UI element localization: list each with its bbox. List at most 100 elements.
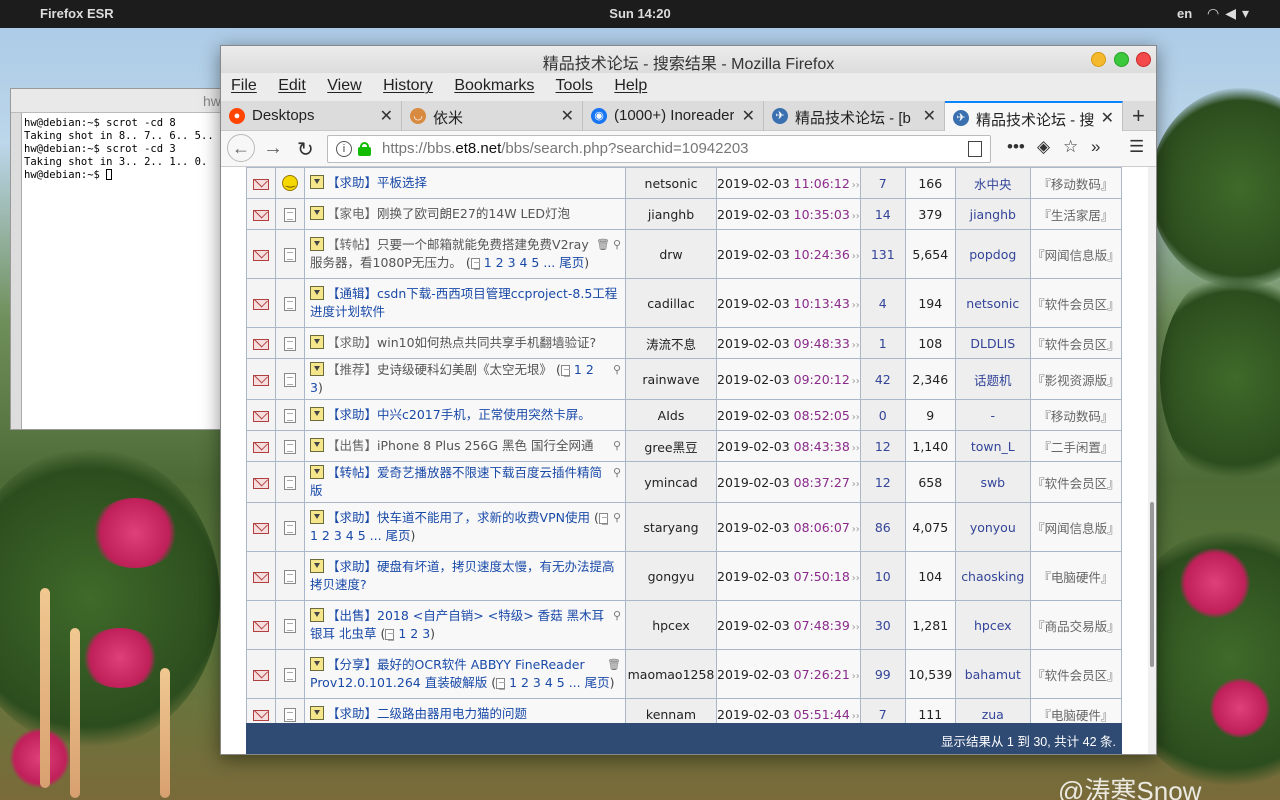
thread-author[interactable]: maomao1258 bbox=[628, 667, 715, 682]
scrollbar-thumb[interactable] bbox=[1150, 502, 1154, 667]
reply-count[interactable]: 131 bbox=[871, 247, 895, 262]
volume-icon[interactable]: ◀ bbox=[1225, 5, 1242, 21]
clock[interactable]: Sun 14:20 bbox=[0, 6, 1280, 21]
last-post-arrow-icon[interactable]: ›› bbox=[852, 412, 860, 423]
reply-count[interactable]: 14 bbox=[875, 207, 891, 222]
last-post-arrow-icon[interactable]: ›› bbox=[852, 443, 860, 454]
minimize-button[interactable] bbox=[1091, 52, 1106, 67]
apple-icon[interactable] bbox=[10, 3, 28, 23]
forum-name[interactable]: 『软件会员区』 bbox=[1032, 668, 1120, 683]
page-scrollbar[interactable] bbox=[1148, 167, 1156, 754]
forum-name[interactable]: 『电脑硬件』 bbox=[1038, 570, 1113, 585]
last-post-arrow-icon[interactable]: ›› bbox=[852, 479, 860, 490]
last-poster[interactable]: chaosking bbox=[961, 569, 1024, 584]
last-post-arrow-icon[interactable]: ›› bbox=[852, 340, 860, 351]
menu-history[interactable]: History bbox=[383, 77, 433, 94]
reply-count[interactable]: 42 bbox=[875, 372, 891, 387]
terminal-output[interactable]: hw@debian:~$ scrot -cd 8 Taking shot in … bbox=[24, 117, 239, 182]
table-row[interactable]: 🗑 【分享】最好的OCR软件 ABBYY FineReader Prov12.0.… bbox=[246, 649, 1123, 699]
thread-title-link[interactable]: 平板选择 bbox=[377, 175, 427, 190]
menu-view[interactable]: View bbox=[327, 77, 361, 94]
reply-count[interactable]: 30 bbox=[875, 618, 891, 633]
forum-name[interactable]: 『软件会员区』 bbox=[1032, 337, 1120, 352]
last-post-arrow-icon[interactable]: ›› bbox=[852, 573, 860, 584]
reply-count[interactable]: 7 bbox=[879, 707, 887, 722]
overflow-chevron-icon[interactable]: » bbox=[1091, 137, 1100, 157]
last-post-arrow-icon[interactable]: ›› bbox=[852, 300, 860, 311]
thread-title-link[interactable]: win10如何热点共同共享手机翻墙验证? bbox=[377, 335, 596, 350]
thread-author[interactable]: AIds bbox=[658, 408, 685, 423]
last-poster[interactable]: hpcex bbox=[974, 618, 1012, 633]
page-links[interactable]: ( 1 2 3 4 5 ... 尾页) bbox=[491, 675, 614, 690]
active-app-name[interactable]: Firefox ESR bbox=[40, 6, 114, 21]
reply-count[interactable]: 12 bbox=[875, 475, 891, 490]
last-post-arrow-icon[interactable]: ›› bbox=[852, 251, 860, 262]
table-row[interactable]: 【通辑】csdn下载-西西项目管理ccproject-8.5工程进度计划软件 ca… bbox=[246, 278, 1123, 328]
tab-desktops[interactable]: ● Desktops ✕ bbox=[221, 101, 402, 131]
last-poster[interactable]: DLDLIS bbox=[970, 336, 1015, 351]
table-row[interactable]: 【家电】刚换了欧司朗E27的14W LED灯泡 jianghb 2019-02-03… bbox=[246, 198, 1123, 230]
last-poster[interactable]: swb bbox=[980, 475, 1005, 490]
window-titlebar[interactable]: 精品技术论坛 - 搜索结果 - Mozilla Firefox bbox=[221, 46, 1156, 73]
last-poster[interactable]: bahamut bbox=[965, 667, 1021, 682]
menu-help[interactable]: Help bbox=[614, 77, 647, 94]
reply-count[interactable]: 0 bbox=[879, 408, 887, 423]
thread-title-link[interactable]: 刚换了欧司朗E27的14W LED灯泡 bbox=[377, 206, 570, 221]
tab-inoreader[interactable]: ◉ (1000+) Inoreader ✕ bbox=[583, 101, 764, 131]
page-links[interactable]: ( 1 2 3 4 5 ... 尾页) bbox=[466, 255, 589, 270]
last-poster[interactable]: netsonic bbox=[966, 296, 1019, 311]
menu-bookmarks[interactable]: Bookmarks bbox=[454, 77, 534, 94]
table-row[interactable]: ⚲ 【转帖】爱奇艺播放器不限速下载百度云插件精简版 ymincad 2019-02-0… bbox=[246, 461, 1123, 503]
last-post-arrow-icon[interactable]: ›› bbox=[852, 671, 860, 682]
thread-author[interactable]: drw bbox=[659, 247, 682, 262]
forward-button[interactable]: → bbox=[263, 137, 283, 160]
url-text[interactable]: https://bbs.et8.net/bbs/search.php?searc… bbox=[382, 140, 749, 157]
power-icon[interactable]: ▾ bbox=[1242, 5, 1255, 21]
forum-name[interactable]: 『软件会员区』 bbox=[1032, 297, 1120, 312]
thread-author[interactable]: netsonic bbox=[645, 176, 698, 191]
system-tray[interactable]: ◠◀▾ bbox=[1207, 5, 1255, 22]
forum-name[interactable]: 『移动数码』 bbox=[1038, 409, 1113, 424]
table-row[interactable]: 【求助】win10如何热点共同共享手机翻墙验证? 涛流不息 2019-02-03 0… bbox=[246, 327, 1123, 359]
close-tab-icon[interactable]: ✕ bbox=[923, 106, 936, 126]
table-row[interactable]: 【求助】中兴c2017手机，正常使用突然卡屏。 AIds 2019-02-03 08… bbox=[246, 399, 1123, 431]
table-row[interactable]: 【求助】平板选择 netsonic 2019-02-03 11:06:12›› 7 16… bbox=[246, 167, 1123, 199]
last-post-arrow-icon[interactable]: ›› bbox=[852, 524, 860, 535]
last-post-arrow-icon[interactable]: ›› bbox=[852, 622, 860, 633]
hamburger-menu-icon[interactable]: ☰ bbox=[1129, 137, 1144, 157]
thread-author[interactable]: ymincad bbox=[644, 475, 697, 490]
thread-author[interactable]: 涛流不息 bbox=[646, 337, 696, 352]
thread-author[interactable]: rainwave bbox=[642, 372, 699, 387]
reload-button[interactable]: ↻ bbox=[297, 137, 314, 162]
forum-name[interactable]: 『电脑硬件』 bbox=[1038, 708, 1113, 723]
thread-title-link[interactable]: iPhone 8 Plus 256G 黑色 国行全网通 bbox=[377, 438, 594, 453]
thread-title-link[interactable]: 中兴c2017手机，正常使用突然卡屏。 bbox=[377, 407, 591, 422]
terminal-scrollbar[interactable] bbox=[11, 113, 22, 429]
menu-tools[interactable]: Tools bbox=[556, 77, 593, 94]
table-row[interactable]: ⚲ 🗑 【转帖】只要一个邮箱就能免费搭建免费V2ray服务器，看1080P无压力。 … bbox=[246, 229, 1123, 279]
close-tab-icon[interactable]: ✕ bbox=[1101, 108, 1114, 128]
last-poster[interactable]: zua bbox=[982, 707, 1004, 722]
thread-author[interactable]: hpcex bbox=[652, 618, 690, 633]
forum-name[interactable]: 『移动数码』 bbox=[1038, 177, 1113, 192]
last-poster[interactable]: - bbox=[991, 408, 996, 423]
table-row[interactable]: ⚲ 【推荐】史诗级硬科幻美剧《太空无垠》 ( 1 2 3) rainwave 2019… bbox=[246, 358, 1123, 400]
last-poster[interactable]: yonyou bbox=[970, 520, 1016, 535]
thread-title-link[interactable]: 快车道不能用了，求新的收费VPN使用 bbox=[377, 510, 590, 525]
terminal-window[interactable]: hw hw@debian:~$ scrot -cd 8 Taking shot … bbox=[10, 88, 239, 430]
thread-author[interactable]: staryang bbox=[643, 520, 698, 535]
thread-author[interactable]: gongyu bbox=[648, 569, 695, 584]
input-language[interactable]: en bbox=[1177, 6, 1192, 21]
reader-view-icon[interactable] bbox=[968, 141, 982, 157]
table-row[interactable]: ⚲ 【出售】2018 <自产自销> <特级> 香菇 黑木耳 银耳 北虫草 ( 1 … bbox=[246, 600, 1123, 650]
new-tab-button[interactable]: + bbox=[1132, 103, 1145, 129]
page-content[interactable]: 【求助】平板选择netsonic2019-02-03 11:06:12››716… bbox=[221, 167, 1156, 754]
menu-file[interactable]: File bbox=[231, 77, 257, 94]
last-post-arrow-icon[interactable]: ›› bbox=[852, 180, 860, 191]
forum-name[interactable]: 『生活家居』 bbox=[1038, 208, 1113, 223]
info-icon[interactable]: i bbox=[336, 141, 352, 157]
forum-name[interactable]: 『软件会员区』 bbox=[1032, 476, 1120, 491]
tab-forum-1[interactable]: ✈ 精品技术论坛 - [b ✕ bbox=[764, 101, 945, 131]
table-row[interactable]: ⚲ 【求助】快车道不能用了，求新的收费VPN使用 ( 1 2 3 4 5 ... … bbox=[246, 502, 1123, 552]
page-links[interactable]: ( 1 2 3) bbox=[380, 626, 435, 641]
